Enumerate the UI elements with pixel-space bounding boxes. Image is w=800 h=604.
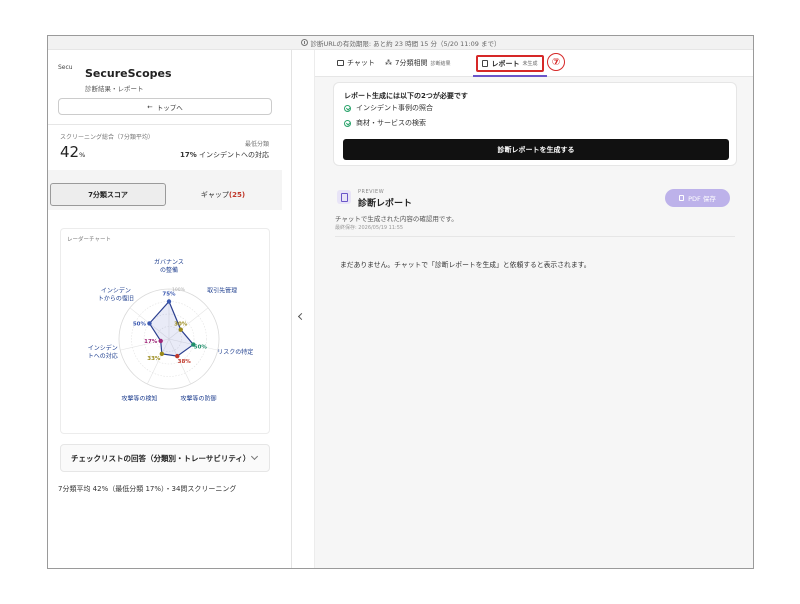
radar-point [166,299,172,304]
radar-value-label: 38% [178,359,192,365]
chat-icon [337,60,344,66]
arrow-left-icon: ← [147,102,153,111]
radar-axis-label: トへの対応 [88,352,118,360]
clock-icon [300,39,308,46]
lowest-category-value: 17% インシデントへの対応 [180,151,269,159]
report-preview-icon [337,190,351,204]
radar-value-label: 17% [144,339,158,345]
requirements-card: レポート生成には以下の2つが必要です インシデント事例の照合 商材・サービスの検… [333,82,737,166]
preview-description: チャットで生成された内容の確認用です。 [335,215,458,223]
tab-report[interactable]: レポート 未生成 [476,55,544,72]
tab-chat[interactable]: チャット [337,58,375,68]
lowest-category-label: 最低分類 [244,141,269,148]
generate-report-button[interactable]: 診断レポートを生成する [343,139,729,160]
back-to-top-label: トップへ [156,103,183,112]
network-icon: ⁂ [385,59,392,67]
radar-axis-label: ガバナンス [154,258,184,266]
last-saved-timestamp: 最終保存: 2026/05/19 11:55 [335,225,404,231]
check-circle-icon [344,104,351,112]
main-tabs: チャット ⁂ 7分類相関 診断結果 レポート 未生成 ⑦ [315,50,753,77]
radar-axis-label: 攻撃等の防御 [180,394,216,402]
requirement-item: インシデント事例の照合 [344,103,433,113]
summary-text: 7分類平均 42%（最低分類 17%）・34問スクリーニング [58,485,237,493]
checklist-accordion[interactable]: チェックリストの回答（分類別・トレーサビリティ） [60,444,270,472]
radar-point [147,321,152,326]
radar-value-label: 75% [162,292,176,298]
radar-axis-label: の整備 [160,266,178,274]
chevron-down-icon [250,452,259,461]
radar-axis-label: 攻撃等の検知 [121,394,157,402]
panel-divider [293,50,313,568]
radar-axis-label: リスクの特定 [217,348,253,356]
app-subtitle: 診断結果・レポート [85,85,144,93]
tab-correlation[interactable]: ⁂ 7分類相関 診断結果 [385,58,450,68]
radar-axis-label: インシデン [101,287,131,295]
document-icon [679,195,685,201]
main-panel: チャット ⁂ 7分類相関 診断結果 レポート 未生成 ⑦ レポート生成には以下の… [314,50,753,568]
report-icon [482,60,489,67]
active-tab-indicator [473,75,547,77]
app-title: SecureScopes [85,67,172,80]
tab-seven-category-score[interactable]: 7分類スコア [50,183,166,206]
check-circle-icon [344,119,351,127]
radar-axis-label: 取引先管理 [207,287,237,295]
checklist-label: チェックリストの回答（分類別・トレーサビリティ） [71,453,251,463]
preview-kicker: PREVIEW [358,189,385,195]
radar-axis-label: トからの復旧 [98,295,134,303]
overall-score-label: スクリーニング総合（7分類平均） [60,134,154,141]
back-to-top-button[interactable]: ← トップへ [58,98,272,115]
chevron-left-icon[interactable] [297,312,306,321]
radar-chart: 100%75%ガバナンスの整備30%取引先管理50%リスクの特定38%攻撃等の防… [88,258,254,402]
expiry-banner: 診断URLの有効期限: あと約 23 時間 15 分（5/20 11:09 まで… [48,36,753,50]
requirement-item: 商材・サービスの検索 [344,118,426,128]
pdf-save-button[interactable]: PDF 保存 [665,189,730,207]
radar-polygon [148,300,195,357]
radar-value-label: 33% [147,356,161,362]
overall-score-value: 42% [60,143,86,161]
radar-value-label: 50% [133,321,147,327]
annotation-badge: ⑦ [547,53,565,71]
app-logo: Secu [58,64,73,71]
radar-value-label: 30% [174,322,188,328]
preview-title: 診断レポート [358,199,413,209]
expiry-text: 診断URLの有効期限: あと約 23 時間 15 分（5/20 11:09 まで… [310,39,501,48]
radar-point [175,353,180,359]
radar-value-label: 50% [194,345,208,351]
radar-axis-label: インシデン [88,344,118,352]
tab-gap[interactable]: ギャップ (25) [168,183,278,206]
radar-point [178,327,183,332]
requirements-title: レポート生成には以下の2つが必要です [344,92,468,100]
app-window: 診断URLの有効期限: あと約 23 時間 15 分（5/20 11:09 まで… [47,35,754,569]
radar-point [158,338,163,344]
sidebar: Secu SecureScopes 診断結果・レポート ← トップへ スクリーニ… [48,50,292,568]
divider [335,236,735,237]
divider [48,124,291,125]
radar-chart-card: レーダーチャート 100% 75% ガバナンス の整備 30% 取引先管理 50% リスクの特… [60,228,270,434]
empty-report-message: まだありません。チャットで「診断レポートを生成」と依頼すると表示されます。 [340,261,591,269]
